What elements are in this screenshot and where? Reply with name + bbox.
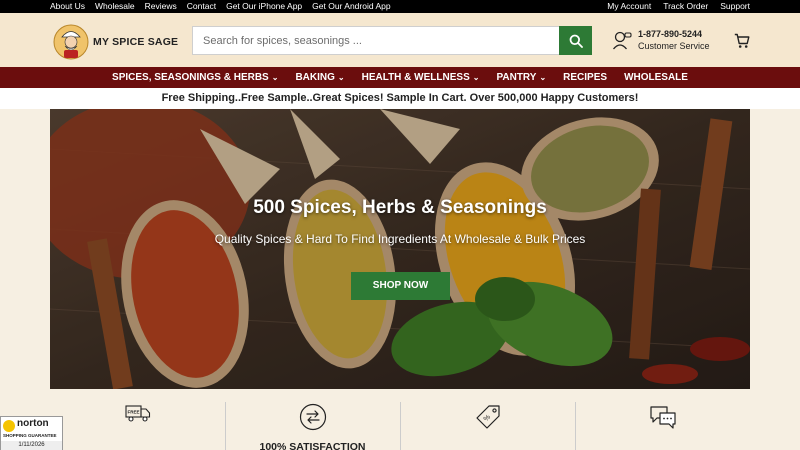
nav-baking[interactable]: BAKING ⌄	[295, 72, 344, 83]
chevron-down-icon: ⌄	[539, 73, 547, 82]
norton-tagline: SHOPPING GUARANTEE	[3, 433, 57, 438]
support-link[interactable]: Support	[720, 1, 750, 11]
norton-check-icon	[3, 420, 15, 432]
site-logo[interactable]: MY SPICE SAGE	[53, 24, 178, 60]
top-utility-bar: About Us Wholesale Reviews Contact Get O…	[0, 0, 800, 13]
feature-satisfaction-label: 100% SATISFACTION	[259, 441, 366, 450]
search-button[interactable]	[559, 26, 592, 55]
nav-health-wellness[interactable]: HEALTH & WELLNESS ⌄	[362, 72, 480, 83]
nav-pantry[interactable]: PANTRY ⌄	[496, 72, 546, 83]
exchange-arrows-icon	[299, 403, 326, 431]
customer-service-label: Customer Service	[638, 41, 710, 51]
spice-sage-mascot-icon	[53, 24, 89, 60]
hero-banner: 500 Spices, Herbs & Seasonings Quality S…	[50, 109, 750, 389]
nav-baking-label: BAKING	[295, 72, 335, 83]
chevron-down-icon: ⌄	[472, 73, 480, 82]
reviews-link[interactable]: Reviews	[145, 1, 177, 11]
search-icon	[569, 34, 583, 48]
feature-support	[575, 389, 750, 450]
chat-bubbles-icon	[649, 406, 676, 429]
customer-service[interactable]: 1-877-890-5244 Customer Service	[612, 28, 710, 52]
brand-name: MY SPICE SAGE	[93, 36, 179, 48]
contact-link[interactable]: Contact	[187, 1, 216, 11]
hero-title: 500 Spices, Herbs & Seasonings	[253, 197, 547, 218]
nav-wholesale-label: WHOLESALE	[624, 72, 688, 83]
free-badge: FREE	[127, 410, 139, 415]
nav-recipes-label: RECIPES	[563, 72, 608, 83]
shop-now-button[interactable]: SHOP NOW	[351, 272, 450, 300]
svg-text:%: %	[482, 414, 491, 423]
price-tag-icon: %	[475, 405, 500, 429]
features-row: FREE 100% SATISFACTION %	[50, 389, 750, 450]
hero-subtitle: Quality Spices & Hard To Find Ingredient…	[214, 232, 586, 246]
track-order-link[interactable]: Track Order	[663, 1, 708, 11]
cart-icon	[734, 33, 750, 48]
feature-free-shipping: FREE	[50, 389, 225, 450]
search-input[interactable]	[192, 26, 559, 55]
support-phone[interactable]: 1-877-890-5244	[638, 28, 710, 40]
iphone-app-link[interactable]: Get Our iPhone App	[226, 1, 302, 11]
chevron-down-icon: ⌄	[337, 73, 345, 82]
site-header: MY SPICE SAGE 1-877-890-5244 Customer Se…	[0, 13, 800, 67]
android-app-link[interactable]: Get Our Android App	[312, 1, 390, 11]
chevron-down-icon: ⌄	[271, 73, 279, 82]
nav-health-label: HEALTH & WELLNESS	[361, 72, 470, 83]
top-links-left: About Us Wholesale Reviews Contact Get O…	[50, 1, 391, 11]
support-headset-icon	[612, 31, 632, 50]
feature-pricing: %	[400, 389, 575, 450]
search-bar	[192, 26, 592, 55]
promo-banner: Free Shipping..Free Sample..Great Spices…	[0, 88, 800, 109]
wholesale-link[interactable]: Wholesale	[95, 1, 135, 11]
top-links-right: My Account Track Order Support	[607, 1, 750, 11]
norton-brand: norton	[17, 418, 49, 429]
nav-wholesale[interactable]: WHOLESALE	[624, 72, 688, 83]
nav-recipes[interactable]: RECIPES	[563, 72, 607, 83]
norton-shopping-guarantee-badge[interactable]: norton SHOPPING GUARANTEE 1/11/2026	[0, 416, 63, 450]
about-us-link[interactable]: About Us	[50, 1, 85, 11]
nav-spices-label: SPICES, SEASONINGS & HERBS	[112, 72, 269, 83]
cart-button[interactable]	[734, 33, 750, 54]
my-account-link[interactable]: My Account	[607, 1, 651, 11]
norton-date: 1/11/2026	[1, 441, 62, 450]
free-shipping-truck-icon: FREE	[124, 405, 150, 422]
hero-overlay	[50, 109, 750, 389]
feature-satisfaction: 100% SATISFACTION	[225, 389, 400, 450]
nav-spices[interactable]: SPICES, SEASONINGS & HERBS ⌄	[112, 72, 278, 83]
main-navigation: SPICES, SEASONINGS & HERBS ⌄ BAKING ⌄ HEAL…	[0, 67, 800, 88]
nav-pantry-label: PANTRY	[496, 72, 537, 83]
